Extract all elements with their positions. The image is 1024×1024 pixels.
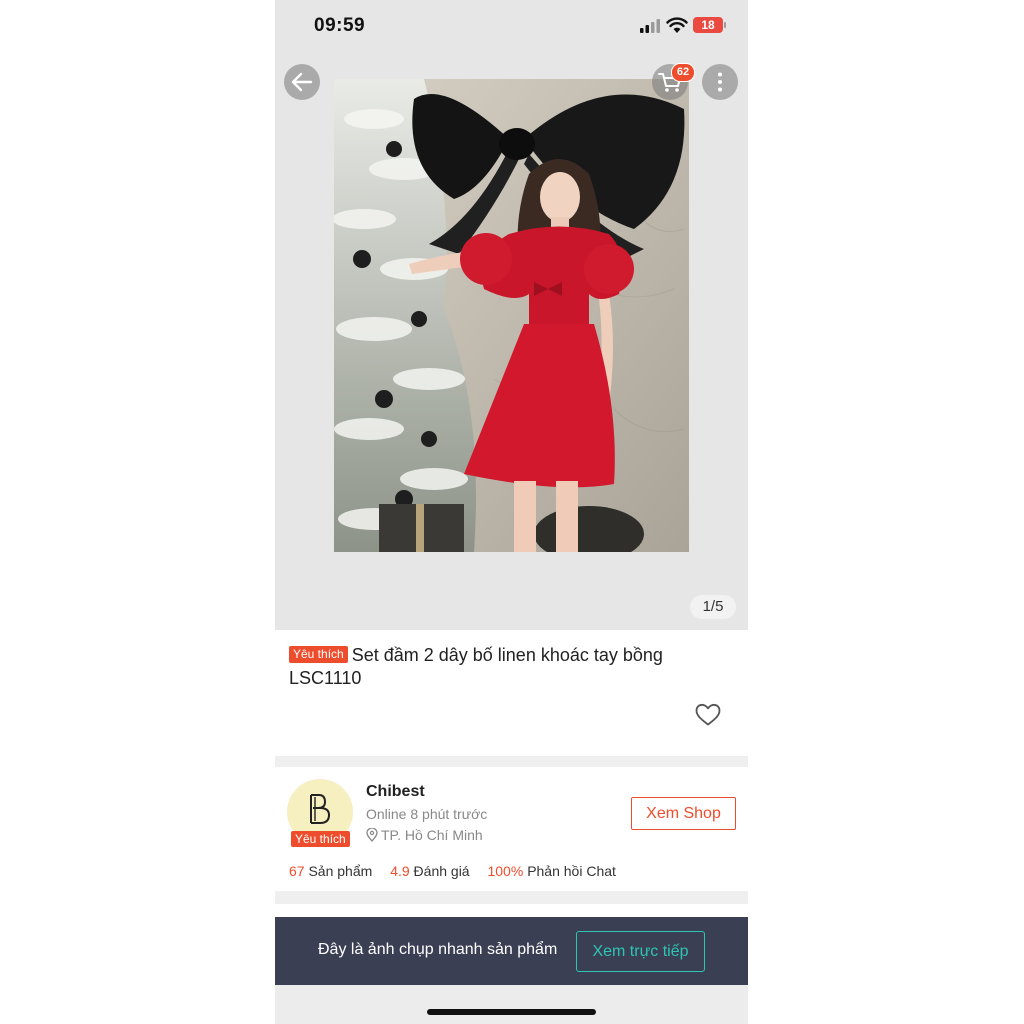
- more-options-button[interactable]: [702, 64, 738, 100]
- product-info: Yêu thích Set đầm 2 dây bố linen khoác ta…: [275, 630, 748, 756]
- product-gallery[interactable]: 1/5: [275, 78, 748, 630]
- stat-rating-label: Đánh giá: [413, 863, 470, 879]
- section-divider: [275, 891, 748, 904]
- battery-icon: 18: [693, 17, 723, 33]
- heart-icon[interactable]: [695, 703, 721, 727]
- snapshot-message: Đây là ảnh chụp nhanh sản phẩm: [318, 941, 558, 958]
- stat-chat-label: Phản hồi Chat: [527, 863, 616, 879]
- stat-products-label: Sản phẩm: [308, 863, 373, 879]
- home-indicator[interactable]: [427, 1009, 596, 1015]
- stat-chat-value: 100%: [487, 863, 524, 879]
- phone-screen: 09:59 18 1/5 62 Yêu thích Set đầm 2 dây …: [275, 0, 748, 1024]
- product-photo-image: [334, 79, 689, 552]
- stat-products-value: 67: [289, 863, 305, 879]
- battery-tip: [724, 22, 726, 28]
- section-divider: [275, 756, 748, 767]
- bottom-safe-area: [275, 985, 748, 1024]
- shop-section: Yêu thích Chibest Online 8 phút trước TP…: [275, 767, 748, 891]
- cellular-signal-icon: [640, 19, 660, 33]
- shop-online-status: Online 8 phút trước: [366, 806, 488, 822]
- favorite-tag: Yêu thích: [289, 646, 348, 663]
- cart-count-badge: 62: [671, 63, 695, 82]
- status-time: 09:59: [314, 15, 366, 36]
- shop-stats: 67 Sản phẩm 4.9 Đánh giá 100% Phản hồi C…: [289, 863, 630, 879]
- location-pin-icon: [366, 828, 378, 842]
- more-vertical-icon: [718, 72, 722, 92]
- shop-favorite-tag: Yêu thích: [291, 831, 350, 847]
- view-live-button[interactable]: Xem trực tiếp: [576, 931, 705, 972]
- product-photo[interactable]: [334, 79, 689, 552]
- wifi-icon: [666, 17, 688, 33]
- view-shop-button[interactable]: Xem Shop: [631, 797, 736, 830]
- stat-rating-value: 4.9: [390, 863, 410, 879]
- stat-products: 67 Sản phẩm: [289, 863, 372, 879]
- snapshot-banner: Đây là ảnh chụp nhanh sản phẩm Xem trực …: [275, 917, 748, 985]
- stat-chat-response: 100% Phản hồi Chat: [487, 863, 615, 879]
- product-title: Yêu thích Set đầm 2 dây bố linen khoác ta…: [289, 644, 719, 690]
- back-button[interactable]: [284, 64, 320, 100]
- arrow-left-icon: [291, 72, 313, 92]
- shop-location-text: TP. Hồ Chí Minh: [381, 827, 483, 843]
- shop-location: TP. Hồ Chí Minh: [366, 827, 483, 843]
- spacer: [275, 904, 748, 917]
- gallery-page-counter: 1/5: [690, 595, 736, 619]
- stat-rating: 4.9 Đánh giá: [390, 863, 469, 879]
- shop-name[interactable]: Chibest: [366, 783, 425, 801]
